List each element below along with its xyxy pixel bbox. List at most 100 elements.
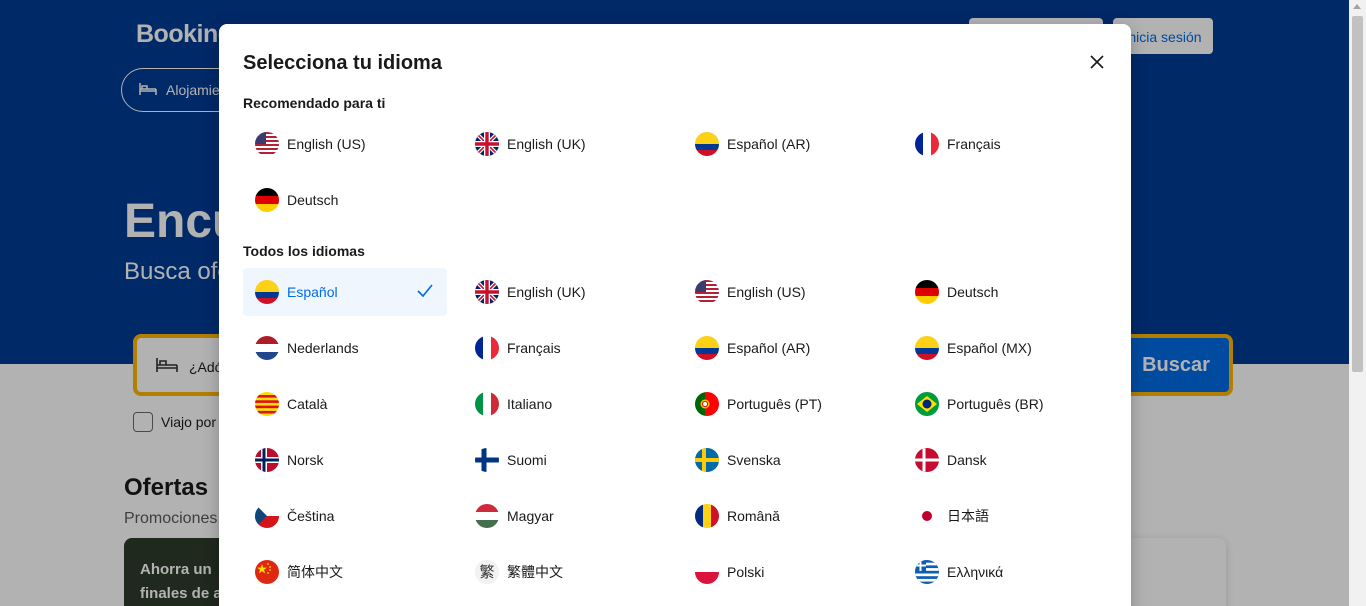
page-scrollbar[interactable]	[1349, 0, 1366, 606]
language-label: Polski	[727, 564, 765, 580]
scroll-thumb[interactable]	[1352, 16, 1363, 372]
colombia-flag-icon	[695, 336, 719, 360]
language-option[interactable]: Français	[463, 324, 667, 372]
language-label: English (US)	[727, 284, 806, 300]
language-label: 日本語	[947, 508, 989, 524]
finland-flag-icon	[475, 448, 499, 472]
language-modal: Selecciona tu idioma Recomendado para ti…	[219, 24, 1131, 606]
language-option[interactable]: Português (PT)	[683, 380, 887, 428]
language-option[interactable]: Italiano	[463, 380, 667, 428]
colombia-flag-icon	[915, 336, 939, 360]
greece-flag-icon	[915, 560, 939, 584]
language-option[interactable]: Español (MX)	[903, 324, 1107, 372]
language-option[interactable]: Svenska	[683, 436, 887, 484]
language-label: Română	[727, 508, 780, 524]
czech-flag-icon	[255, 504, 279, 528]
all-language-list: Español English (UK) English (US) Deutsch Ne…	[243, 268, 1123, 604]
language-label: Čeština	[287, 508, 335, 524]
japan-flag-icon	[915, 504, 939, 528]
language-option[interactable]: 简体中文	[243, 548, 447, 596]
language-option[interactable]: Română	[683, 492, 887, 540]
language-label: Ελληνικά	[947, 564, 1004, 580]
poland-flag-icon	[695, 560, 719, 584]
france-flag-icon	[915, 132, 939, 156]
norway-flag-icon	[255, 448, 279, 472]
language-label: 繁體中文	[507, 564, 563, 580]
italy-flag-icon	[475, 392, 499, 416]
language-option[interactable]: 繁繁體中文	[463, 548, 667, 596]
catalonia-flag-icon	[255, 392, 279, 416]
all-languages-title: Todos los idiomas	[243, 243, 365, 259]
germany-flag-icon	[915, 280, 939, 304]
language-option[interactable]: Nederlands	[243, 324, 447, 372]
language-option[interactable]: 日本語	[903, 492, 1107, 540]
language-label: Magyar	[507, 508, 554, 524]
language-option[interactable]: Polski	[683, 548, 887, 596]
china-flag-icon	[255, 560, 279, 584]
close-icon	[1090, 55, 1104, 69]
us-flag-icon	[695, 280, 719, 304]
language-option[interactable]: Suomi	[463, 436, 667, 484]
language-option[interactable]: Português (BR)	[903, 380, 1107, 428]
language-label: Nederlands	[287, 340, 359, 356]
language-option[interactable]: Español (AR)	[683, 120, 887, 168]
language-label: Català	[287, 396, 328, 412]
language-label: English (UK)	[507, 136, 586, 152]
language-label: English (US)	[287, 136, 366, 152]
recommended-language-list: English (US) English (UK) Español (AR) Fran…	[243, 120, 1123, 232]
language-option[interactable]: Norsk	[243, 436, 447, 484]
language-option[interactable]: Deutsch	[243, 176, 447, 224]
language-label: Deutsch	[947, 284, 999, 300]
svg-text:繁: 繁	[479, 563, 494, 581]
language-label: Dansk	[947, 452, 987, 468]
netherlands-flag-icon	[255, 336, 279, 360]
language-label: 简体中文	[287, 564, 343, 580]
language-label: Español	[287, 284, 338, 300]
language-option[interactable]: Català	[243, 380, 447, 428]
language-label: Português (BR)	[947, 396, 1044, 412]
germany-flag-icon	[255, 188, 279, 212]
hungary-flag-icon	[475, 504, 499, 528]
language-option[interactable]: English (UK)	[463, 120, 667, 168]
portugal-flag-icon	[695, 392, 719, 416]
language-label: Português (PT)	[727, 396, 822, 412]
language-label: Suomi	[507, 452, 547, 468]
language-option[interactable]: Español	[243, 268, 447, 316]
language-option[interactable]: Magyar	[463, 492, 667, 540]
language-option[interactable]: English (US)	[683, 268, 887, 316]
taiwan-flag-icon: 繁	[475, 560, 499, 584]
language-label: Deutsch	[287, 192, 339, 208]
language-label: Svenska	[727, 452, 781, 468]
language-option[interactable]: Español (AR)	[683, 324, 887, 372]
language-label: Français	[947, 136, 1001, 152]
colombia-flag-icon	[695, 132, 719, 156]
colombia-flag-icon	[255, 280, 279, 304]
language-label: Español (AR)	[727, 340, 811, 356]
language-option[interactable]: Français	[903, 120, 1107, 168]
language-label: Français	[507, 340, 561, 356]
language-label: Norsk	[287, 452, 324, 468]
language-label: Español (AR)	[727, 136, 811, 152]
scroll-up-arrow-icon[interactable]	[1353, 4, 1361, 9]
denmark-flag-icon	[915, 448, 939, 472]
romania-flag-icon	[695, 504, 719, 528]
recommended-title: Recomendado para ti	[243, 95, 386, 111]
uk-flag-icon	[475, 280, 499, 304]
language-option[interactable]: Deutsch	[903, 268, 1107, 316]
us-flag-icon	[255, 132, 279, 156]
uk-flag-icon	[475, 132, 499, 156]
language-label: Italiano	[507, 396, 553, 412]
language-option[interactable]: Dansk	[903, 436, 1107, 484]
modal-title: Selecciona tu idioma	[243, 52, 442, 74]
france-flag-icon	[475, 336, 499, 360]
close-button[interactable]	[1079, 44, 1115, 80]
language-option[interactable]: Ελληνικά	[903, 548, 1107, 596]
language-option[interactable]: Čeština	[243, 492, 447, 540]
language-option[interactable]: English (US)	[243, 120, 447, 168]
language-label: English (UK)	[507, 284, 586, 300]
sweden-flag-icon	[695, 448, 719, 472]
language-label: Español (MX)	[947, 340, 1032, 356]
checkmark-icon	[417, 284, 433, 301]
brazil-flag-icon	[915, 392, 939, 416]
language-option[interactable]: English (UK)	[463, 268, 667, 316]
